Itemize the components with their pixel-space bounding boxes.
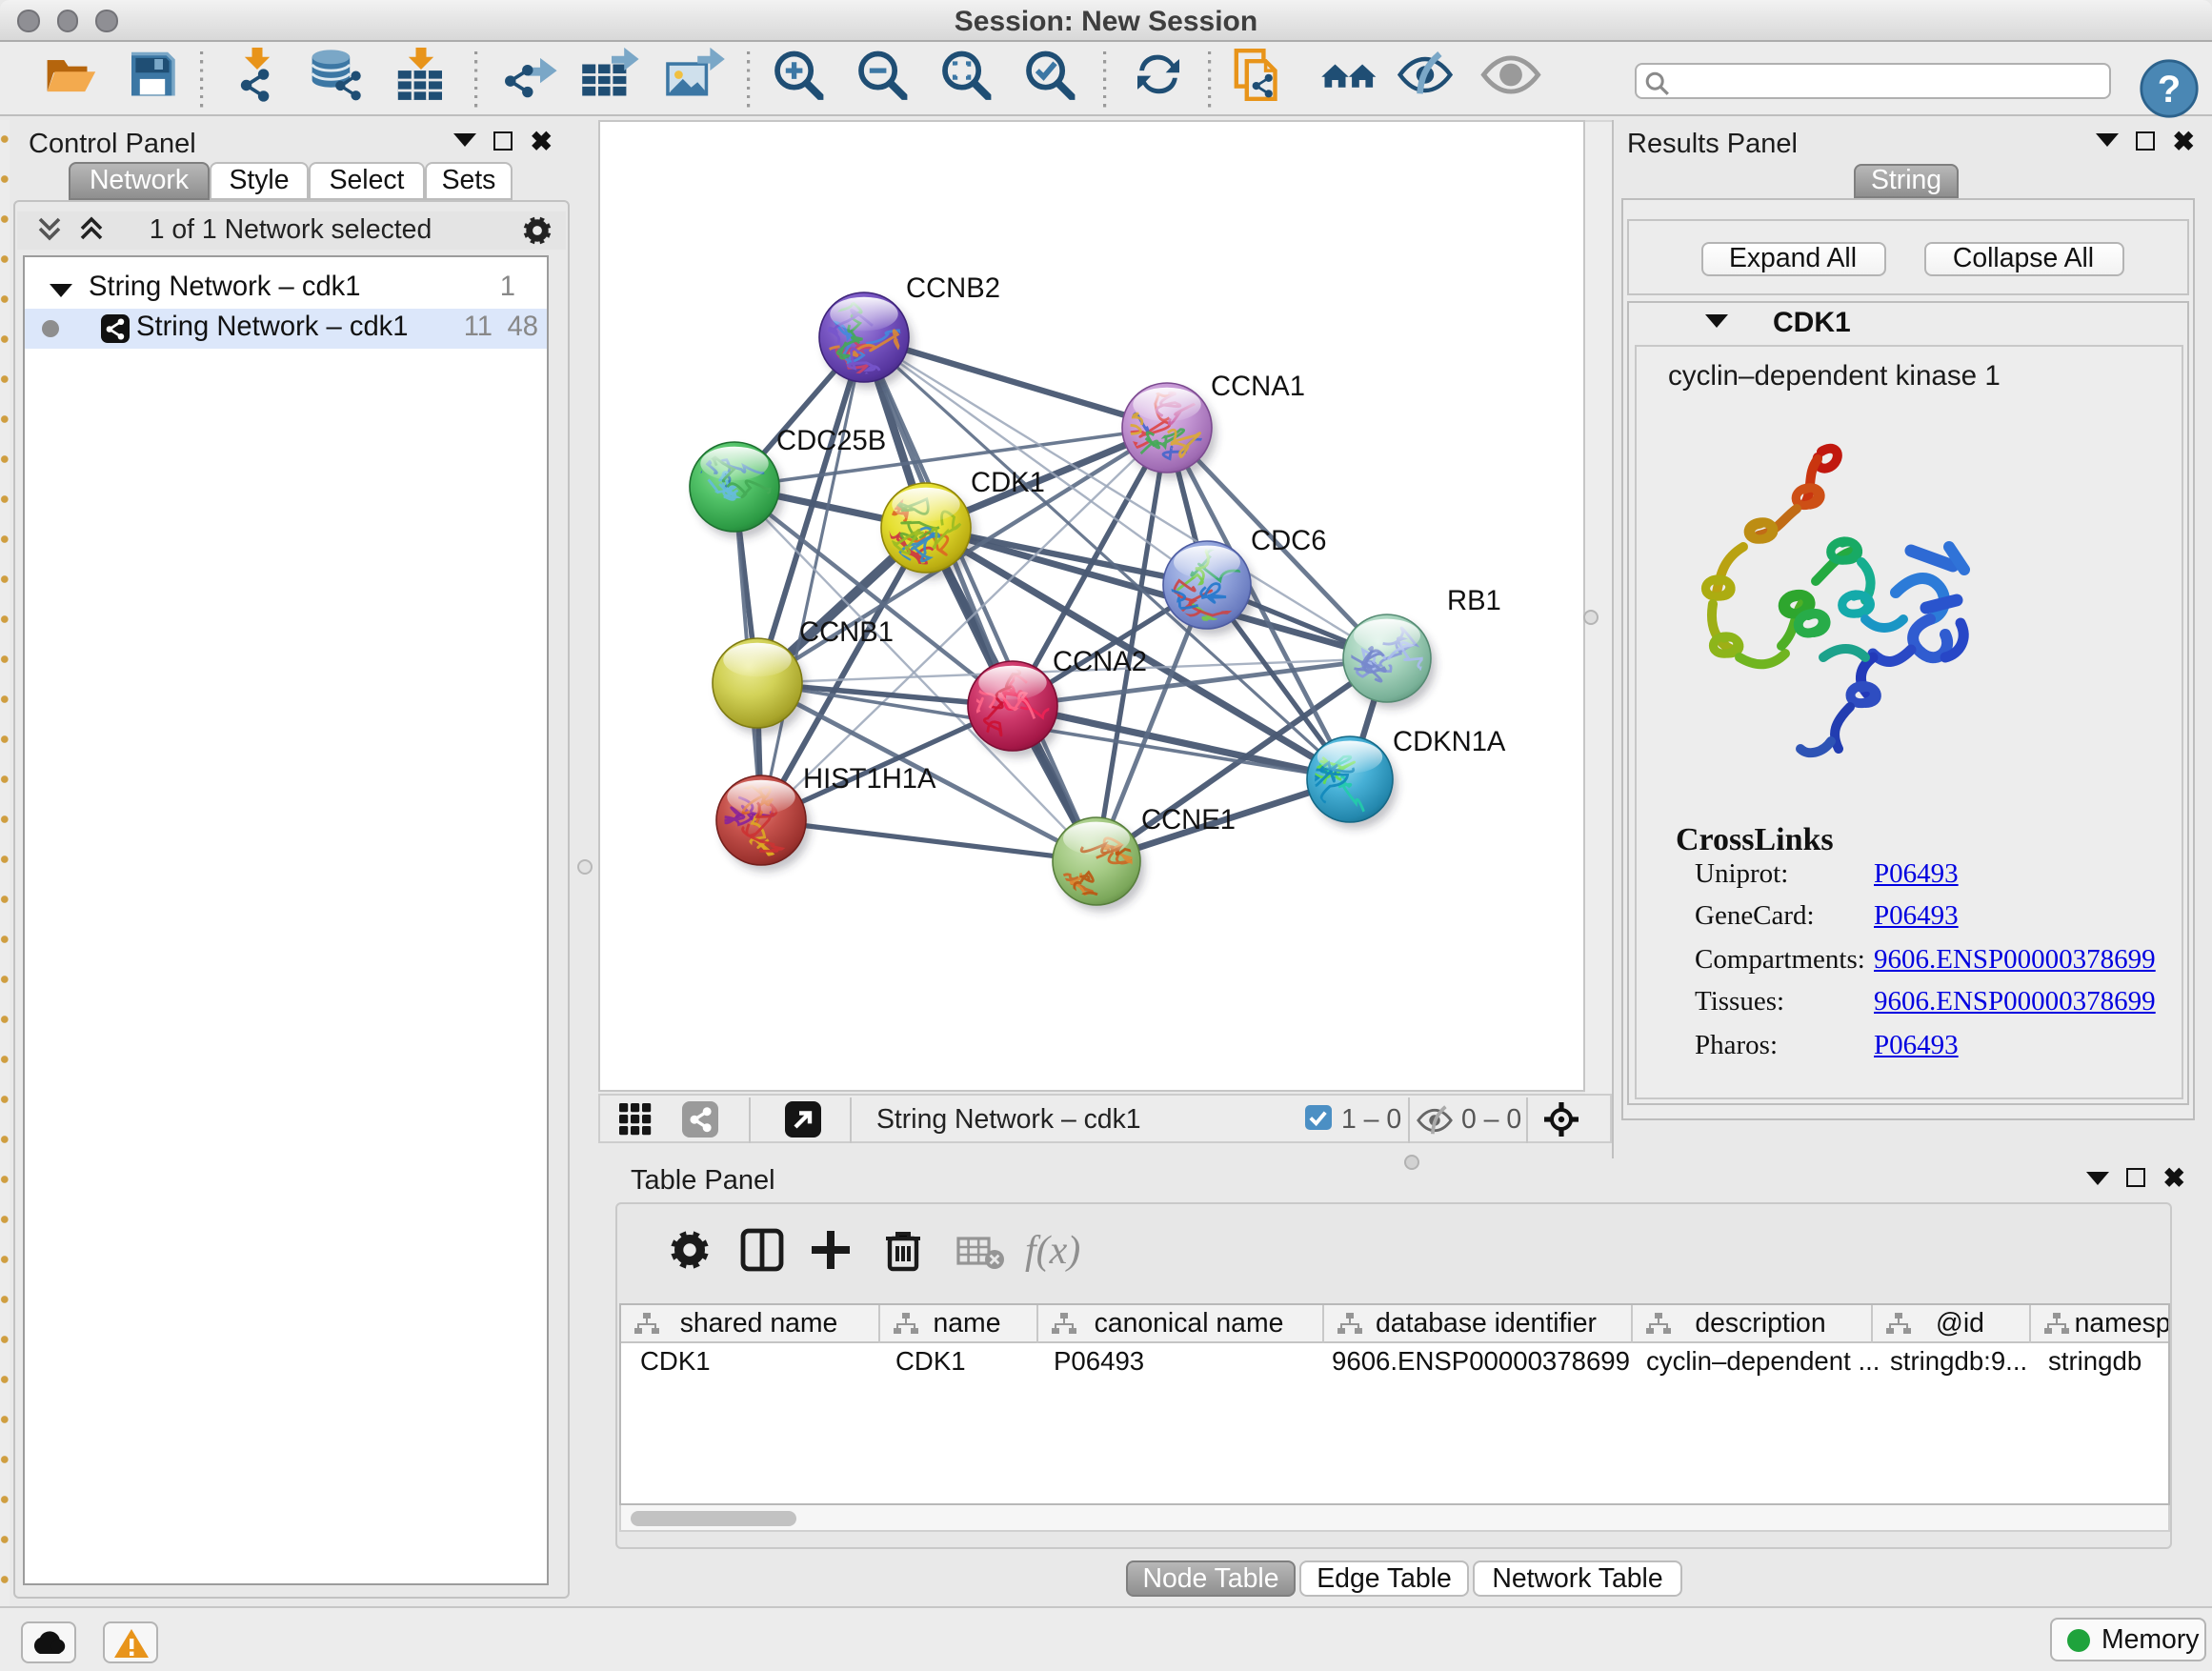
svg-text:CDKN1A: CDKN1A [1393, 726, 1506, 756]
svg-text:CCNB1: CCNB1 [799, 616, 894, 647]
svg-text:CCNE1: CCNE1 [1141, 804, 1236, 835]
svg-text:RB1: RB1 [1447, 585, 1501, 615]
svg-text:CDC25B: CDC25B [776, 425, 886, 455]
svg-text:HIST1H1A: HIST1H1A [803, 763, 936, 794]
svg-text:CDK1: CDK1 [971, 467, 1045, 497]
svg-text:CDC6: CDC6 [1251, 525, 1326, 555]
svg-text:CCNA1: CCNA1 [1211, 371, 1305, 401]
svg-text:CCNA2: CCNA2 [1053, 646, 1147, 676]
svg-text:?: ? [2158, 68, 2181, 110]
svg-text:CCNB2: CCNB2 [906, 272, 1000, 303]
